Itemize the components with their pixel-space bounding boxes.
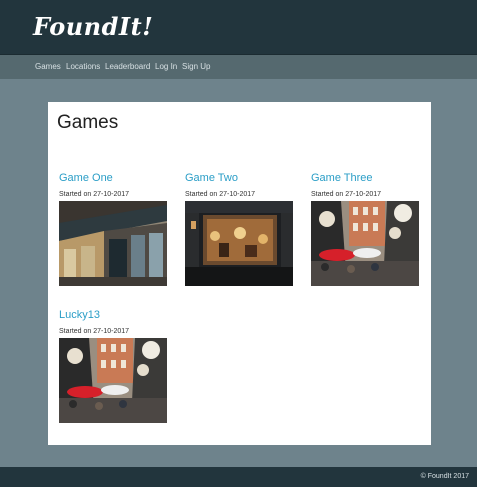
- game-title-link[interactable]: Game Two: [185, 172, 295, 184]
- main-nav: Games Locations Leaderboard Log In Sign …: [0, 55, 477, 79]
- game-start-date: Started on 27-10-2017: [59, 328, 130, 335]
- game-start-date: Started on 27-10-2017: [311, 191, 382, 198]
- site-logo[interactable]: FoundIt!: [33, 12, 153, 41]
- games-panel: Games Game One Started on 27-10-2017 Gam…: [48, 102, 431, 445]
- site-footer: © FoundIt 2017: [0, 467, 477, 487]
- footer-copyright: © FoundIt 2017: [420, 473, 469, 480]
- game-photo[interactable]: [59, 201, 167, 286]
- game-photo[interactable]: [185, 201, 293, 286]
- game-start-date: Started on 27-10-2017: [185, 191, 256, 198]
- game-start-date: Started on 27-10-2017: [59, 191, 130, 198]
- game-card[interactable]: Game Two Started on 27-10-2017: [185, 172, 295, 286]
- page-title: Games: [57, 112, 119, 133]
- nav-login-link[interactable]: Log In: [155, 62, 177, 71]
- site-header: FoundIt!: [0, 0, 477, 55]
- game-title-link[interactable]: Lucky13: [59, 309, 169, 321]
- game-card[interactable]: Game One Started on 27-10-2017: [59, 172, 169, 286]
- nav-signup-link[interactable]: Sign Up: [182, 62, 210, 71]
- nav-locations-link[interactable]: Locations: [66, 62, 100, 71]
- game-photo[interactable]: [311, 201, 419, 286]
- game-title-link[interactable]: Game Three: [311, 172, 421, 184]
- nav-leaderboard-link[interactable]: Leaderboard: [105, 62, 150, 71]
- game-photo[interactable]: [59, 338, 167, 423]
- nav-games-link[interactable]: Games: [35, 62, 61, 71]
- game-card[interactable]: Game Three Started on 27-10-2017: [311, 172, 421, 286]
- game-title-link[interactable]: Game One: [59, 172, 169, 184]
- game-card[interactable]: Lucky13 Started on 27-10-2017: [59, 309, 169, 423]
